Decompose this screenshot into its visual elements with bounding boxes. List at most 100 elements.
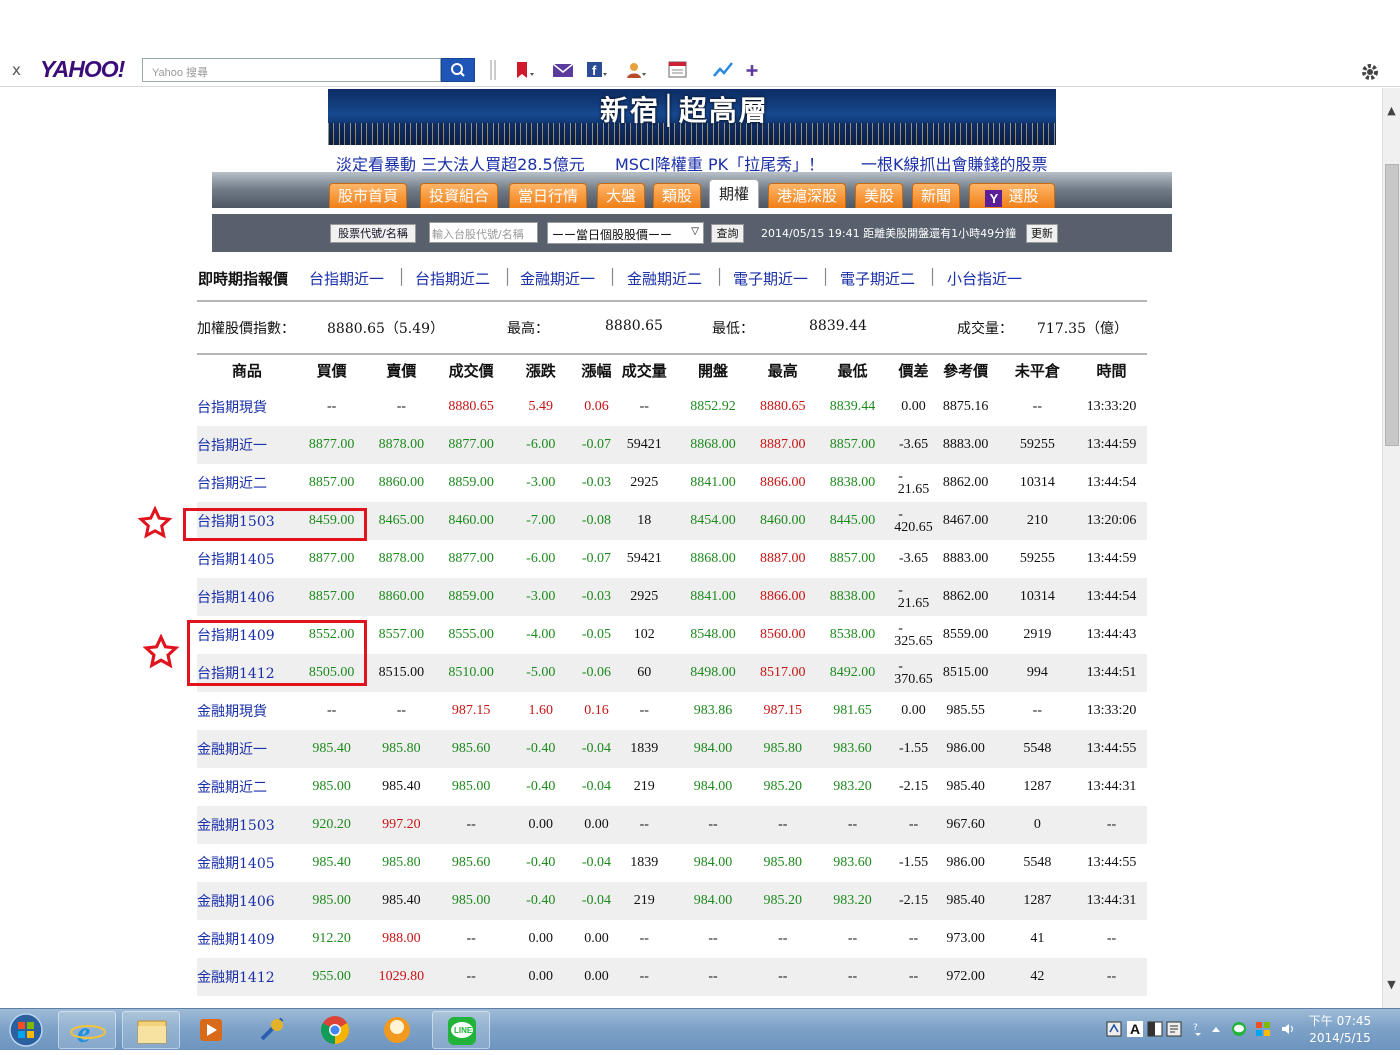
scroll-thumb[interactable] — [1385, 164, 1399, 446]
table-cell: 0.16 — [584, 703, 609, 718]
toolbar-search-button[interactable] — [441, 58, 475, 82]
language-indicator[interactable]: A — [1127, 1021, 1143, 1037]
table-row: 金融期近二 985.00 985.40 985.00 -0.40 -0.04 219 984.… — [197, 768, 1147, 806]
product-name-link[interactable]: 金融期近二 — [197, 768, 297, 806]
tab-portfolio[interactable]: 投資組合 — [420, 183, 498, 208]
half-width-icon[interactable] — [1147, 1021, 1163, 1037]
volume-icon[interactable] — [1280, 1021, 1296, 1037]
query-button[interactable]: 查詢 — [711, 224, 744, 243]
product-name-link[interactable]: 台指期現貨 — [197, 388, 297, 426]
table-cell: 8465.00 — [378, 513, 425, 528]
update-button[interactable]: 更新 — [1026, 224, 1058, 243]
tab-daily-quotes[interactable]: 當日行情 — [509, 183, 587, 208]
yahoo-logo[interactable]: YAHOO! — [40, 56, 125, 83]
subnav-link[interactable]: 電子期近一 — [733, 268, 808, 289]
input-method-icon[interactable] — [1106, 1021, 1122, 1037]
code-name-button[interactable]: 股票代號/名稱 — [330, 224, 416, 243]
product-name-link[interactable]: 金融期1405 — [197, 844, 297, 882]
table-cell: 102 — [633, 627, 655, 642]
subnav-link[interactable]: 小台指近一 — [947, 268, 1022, 289]
diff-value: 370.65 — [894, 672, 933, 687]
facebook-icon[interactable]: f — [586, 60, 608, 80]
tab-us-stocks[interactable]: 美股 — [855, 183, 903, 208]
taskbar-app-chrome[interactable] — [306, 1011, 364, 1049]
product-name-link[interactable]: 金融期現貨 — [197, 692, 297, 730]
subnav-separator: │ — [715, 268, 725, 286]
add-icon[interactable] — [742, 60, 764, 80]
help-icon[interactable]: ? — [1190, 1021, 1206, 1037]
table-cell: -420.65 — [894, 502, 933, 540]
table-cell: -0.04 — [581, 855, 612, 870]
keyboard-icon[interactable] — [1166, 1021, 1182, 1037]
line-tray-icon[interactable] — [1231, 1021, 1247, 1037]
table-cell: 8860.00 — [378, 475, 425, 490]
table-cell: -6.00 — [526, 551, 556, 566]
column-header: 賣價 — [386, 362, 417, 380]
scroll-down-icon[interactable]: ▼ — [1383, 976, 1400, 994]
taskbar-app-tool[interactable] — [244, 1011, 302, 1049]
product-name-link[interactable]: 金融期1406 — [197, 882, 297, 920]
product-name-link[interactable]: 金融期1412 — [197, 958, 297, 996]
user-icon[interactable] — [625, 60, 647, 80]
tab-hk-china[interactable]: 港滬深股 — [768, 183, 846, 208]
tab-futures-options[interactable]: 期權 — [709, 179, 759, 208]
table-cell: -- — [908, 817, 919, 832]
start-orb-icon[interactable] — [6, 1011, 46, 1049]
table-cell: -- — [1106, 931, 1117, 946]
stock-code-input[interactable]: 輸入台股代號/名稱 — [429, 222, 538, 243]
subnav-link[interactable]: 金融期近一 — [520, 268, 595, 289]
tab-news[interactable]: 新聞 — [912, 183, 960, 208]
table-cell: -- — [908, 969, 919, 984]
subnav-link[interactable]: 電子期近二 — [840, 268, 915, 289]
tab-stock-home[interactable]: 股市首頁 — [329, 183, 407, 208]
table-cell: 59421 — [626, 551, 662, 566]
volume-label: 成交量： — [957, 321, 1013, 337]
ad-banner[interactable]: 新宿│超高層 — [328, 89, 1056, 145]
subnav-link[interactable]: 台指期近二 — [415, 268, 490, 289]
mail-icon[interactable] — [552, 60, 574, 80]
tab-market[interactable]: 大盤 — [597, 183, 645, 208]
product-name-link[interactable]: 金融期近一 — [197, 730, 297, 768]
internet-explorer-icon: e — [70, 1016, 106, 1049]
table-cell: -- — [1106, 817, 1117, 832]
network-icon[interactable] — [1255, 1021, 1271, 1037]
table-cell: 13:44:31 — [1086, 779, 1137, 794]
calendar-icon[interactable] — [668, 60, 690, 80]
bookmark-icon[interactable] — [514, 60, 536, 80]
table-cell: 8880.65 — [448, 399, 494, 414]
taskbar-app-ie[interactable]: e — [58, 1011, 116, 1049]
scroll-up-icon[interactable]: ▲ — [1383, 102, 1400, 120]
product-name-link[interactable]: 金融期1503 — [197, 806, 297, 844]
subnav-link[interactable]: 台指期近一 — [309, 268, 384, 289]
taskbar-app-fox[interactable] — [368, 1011, 426, 1049]
show-hidden-icons[interactable] — [1208, 1021, 1224, 1037]
subnav-link[interactable]: 金融期近二 — [627, 268, 702, 289]
taskbar-app-explorer[interactable] — [122, 1011, 180, 1049]
main-nav: 股市首頁 投資組合 當日行情 大盤 類股 期權 港滬深股 美股 新聞 Y 選股 — [212, 172, 1172, 208]
product-name-link[interactable]: 台指期1406 — [197, 578, 297, 616]
tab-sectors[interactable]: 類股 — [653, 183, 701, 208]
product-name-link[interactable]: 台指期1405 — [197, 540, 297, 578]
toolbar-close-button[interactable]: x — [12, 61, 21, 79]
system-clock[interactable]: 下午 07:45 2014/5/15 — [1308, 1013, 1372, 1047]
table-cell: -0.04 — [581, 741, 612, 756]
quote-type-select[interactable]: ーー當日個股股價ーー ▽ — [547, 222, 704, 244]
taskbar-app-line[interactable]: LINE — [432, 1011, 490, 1049]
toolbar-search-input[interactable]: Yahoo 搜尋 — [142, 58, 441, 82]
table-cell: 59255 — [1019, 551, 1055, 566]
table-cell: 0.06 — [584, 399, 609, 414]
table-row: 金融期1405 985.40 985.80 985.60 -0.40 -0.04 1839 9… — [197, 844, 1147, 882]
product-name-link[interactable]: 台指期近二 — [197, 464, 297, 502]
vertical-scrollbar[interactable]: ▲ ▼ — [1382, 88, 1400, 1008]
tab-stock-screener[interactable]: Y 選股 — [969, 183, 1055, 208]
table-cell: 8838.00 — [829, 589, 876, 604]
product-name-link[interactable]: 台指期近一 — [197, 426, 297, 464]
table-cell: 13:44:55 — [1086, 741, 1137, 756]
product-name-link[interactable]: 金融期1409 — [197, 920, 297, 958]
table-cell: 1.60 — [528, 703, 554, 718]
gear-icon[interactable] — [1359, 61, 1381, 83]
table-row: 台指期1405 8877.00 8878.00 8877.00 -6.00 -0.07 59… — [197, 540, 1147, 578]
taskbar-app-media[interactable] — [182, 1011, 240, 1049]
stock-chart-icon[interactable] — [712, 60, 734, 80]
table-cell: 8887.00 — [759, 437, 806, 452]
